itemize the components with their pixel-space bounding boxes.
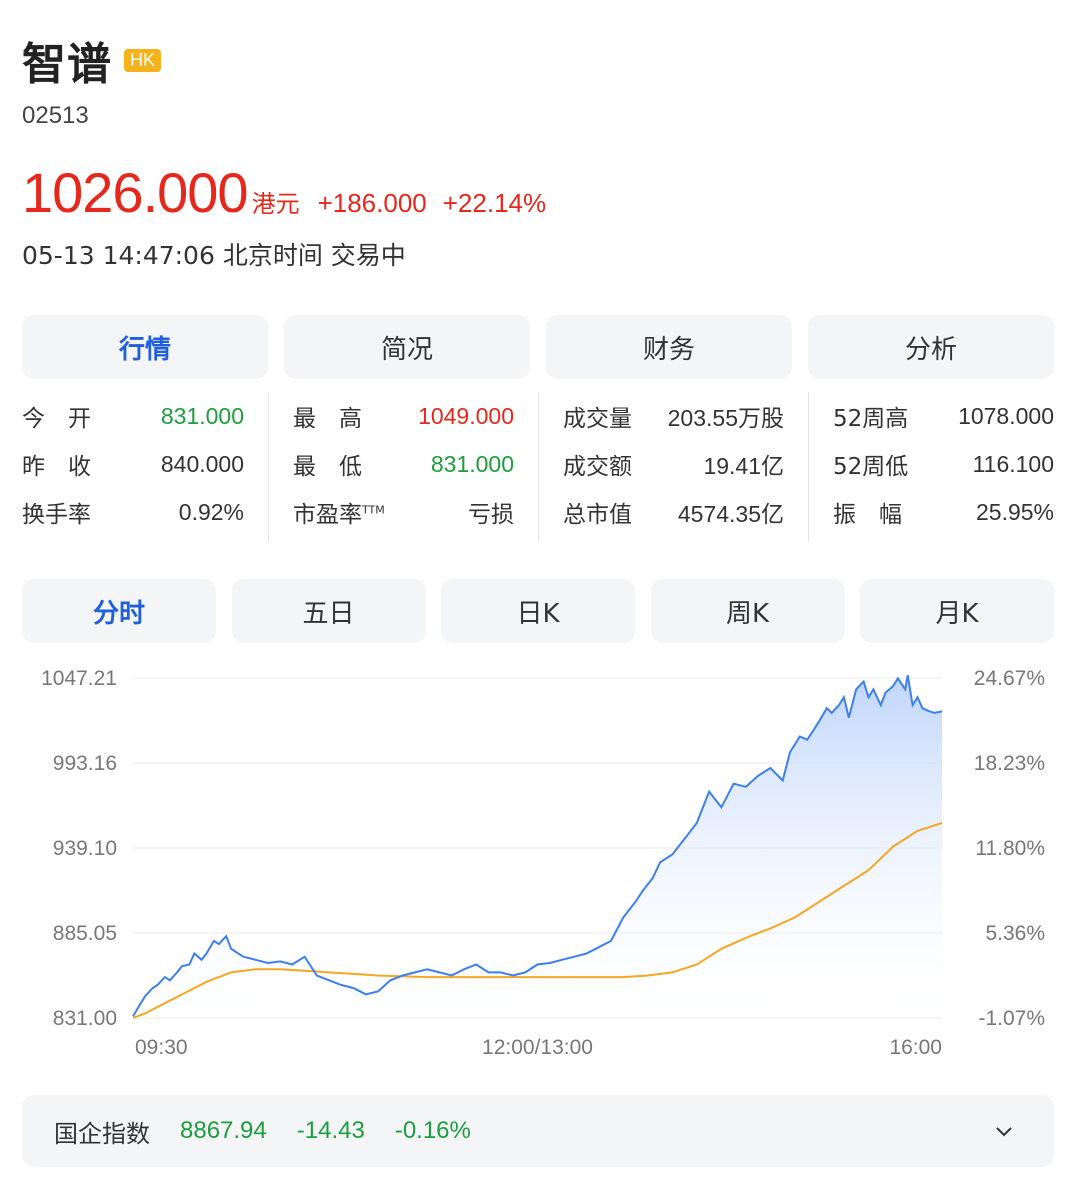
current-price: 1026.000 bbox=[22, 161, 249, 224]
stats-col-1: 今 开 831.000 昨 收 840.000 换手率 0.92% bbox=[22, 392, 268, 542]
stat-label: 52周低 bbox=[833, 454, 909, 480]
intraday-chart[interactable]: 1047.21 24.67% 993.16 18.23% 939.10 11.80% 885… bbox=[0, 660, 1068, 1070]
stat-label: 总市值 bbox=[563, 502, 632, 528]
currency: 港元 bbox=[251, 190, 300, 218]
y-left-tick-label: 993.16 bbox=[53, 752, 117, 775]
market-badge: HK bbox=[124, 48, 162, 72]
tab-analysis[interactable]: 分析 bbox=[808, 315, 1054, 379]
tab-profile[interactable]: 简况 bbox=[284, 315, 530, 379]
stat-value: 831.000 bbox=[160, 402, 244, 429]
tab-five-day[interactable]: 五日 bbox=[231, 579, 426, 643]
stock-name: 智谱 bbox=[22, 39, 112, 90]
stat-volume: 成交量 203.55万股 bbox=[563, 392, 784, 440]
y-right-tick-label: 5.36% bbox=[985, 922, 1045, 945]
stat-label: 最 高 bbox=[293, 406, 362, 432]
stat-value: 203.55万股 bbox=[667, 405, 784, 431]
stock-code: 02513 bbox=[22, 102, 89, 129]
stat-turnover-rate: 换手率 0.92% bbox=[22, 488, 244, 536]
stats-grid: 今 开 831.000 昨 收 840.000 换手率 0.92% 最 高 10… bbox=[22, 392, 1054, 542]
stat-prev-close: 昨 收 840.000 bbox=[22, 440, 244, 488]
y-right-tick-label: -1.07% bbox=[978, 1007, 1045, 1030]
stat-label: 成交额 bbox=[563, 454, 632, 480]
x-tick-label: 12:00/13:00 bbox=[482, 1036, 593, 1059]
pe-label: 市盈率 bbox=[293, 502, 362, 528]
stat-value: 25.95% bbox=[975, 498, 1054, 525]
stat-value: 831.000 bbox=[430, 450, 514, 477]
tab-daily-k[interactable]: 日K bbox=[441, 579, 635, 643]
stat-value: 840.000 bbox=[160, 450, 244, 477]
index-change: -14.43 bbox=[296, 1117, 365, 1144]
stat-pe: 市盈率TTM 亏损 bbox=[293, 488, 514, 536]
stat-label: 52周高 bbox=[833, 406, 909, 432]
stat-value: 0.92% bbox=[178, 498, 244, 525]
stat-low: 最 低 831.000 bbox=[293, 440, 514, 488]
ttm-sup: TTM bbox=[362, 503, 385, 517]
title-row: 智谱 HK bbox=[22, 28, 162, 92]
price-change-pct: +22.14% bbox=[442, 188, 547, 218]
y-right-tick-label: 18.23% bbox=[974, 752, 1045, 775]
stat-label: 昨 收 bbox=[22, 454, 91, 480]
stat-value: 亏损 bbox=[468, 501, 514, 527]
period-tabs: 分时 五日 日K 周K 月K bbox=[22, 579, 1054, 643]
trade-time: 05-13 14:47:06 北京时间 交易中 bbox=[22, 241, 406, 270]
price-area-fill bbox=[133, 675, 942, 1018]
index-name: 国企指数 bbox=[54, 1119, 150, 1148]
index-bar[interactable]: 国企指数 8867.94 -14.43 -0.16% bbox=[22, 1095, 1054, 1167]
stat-value: 116.100 bbox=[972, 450, 1054, 477]
index-value: 8867.94 bbox=[180, 1117, 267, 1144]
stat-52w-high: 52周高 1078.000 bbox=[833, 392, 1054, 440]
stats-col-4: 52周高 1078.000 52周低 116.100 振 幅 25.95% bbox=[808, 392, 1054, 542]
tab-intraday[interactable]: 分时 bbox=[22, 579, 216, 643]
stat-amount: 成交额 19.41亿 bbox=[563, 440, 784, 488]
section-tabs: 行情 简况 财务 分析 bbox=[22, 315, 1054, 379]
stats-col-3: 成交量 203.55万股 成交额 19.41亿 总市值 4574.35亿 bbox=[538, 392, 808, 542]
y-left-tick-label: 885.05 bbox=[53, 922, 117, 945]
stat-open: 今 开 831.000 bbox=[22, 392, 244, 440]
chevron-down-icon[interactable] bbox=[994, 1121, 1014, 1141]
stat-label: 最 低 bbox=[293, 454, 362, 480]
stat-label: 今 开 bbox=[22, 406, 91, 432]
index-change-pct: -0.16% bbox=[394, 1117, 471, 1144]
stat-value: 1078.000 bbox=[958, 402, 1054, 429]
y-left-tick-label: 1047.21 bbox=[41, 667, 117, 690]
tab-finance[interactable]: 财务 bbox=[546, 315, 792, 379]
y-right-tick-label: 11.80% bbox=[975, 837, 1045, 860]
tab-quote[interactable]: 行情 bbox=[22, 315, 268, 379]
stat-value: 4574.35亿 bbox=[677, 501, 784, 527]
stat-label: 换手率 bbox=[22, 502, 91, 528]
x-tick-label: 16:00 bbox=[889, 1036, 942, 1059]
stat-label: 振 幅 bbox=[833, 502, 902, 528]
stat-value: 19.41亿 bbox=[703, 453, 784, 479]
stat-label: 成交量 bbox=[563, 406, 632, 432]
tab-monthly-k[interactable]: 月K bbox=[860, 579, 1054, 643]
stat-amplitude: 振 幅 25.95% bbox=[833, 488, 1054, 536]
stat-high: 最 高 1049.000 bbox=[293, 392, 514, 440]
stat-52w-low: 52周低 116.100 bbox=[833, 440, 1054, 488]
y-right-tick-label: 24.67% bbox=[974, 667, 1045, 690]
stats-col-2: 最 高 1049.000 最 低 831.000 市盈率TTM 亏损 bbox=[268, 392, 538, 542]
stat-value: 1049.000 bbox=[418, 402, 514, 429]
y-left-tick-label: 831.00 bbox=[53, 1007, 117, 1030]
x-tick-label: 09:30 bbox=[135, 1036, 188, 1059]
price-row: 1026.000 港元 +186.000 +22.14% bbox=[22, 160, 546, 225]
price-change: +186.000 bbox=[317, 188, 427, 218]
tab-weekly-k[interactable]: 周K bbox=[650, 579, 845, 643]
y-left-tick-label: 939.10 bbox=[53, 837, 117, 860]
stat-market-cap: 总市值 4574.35亿 bbox=[563, 488, 784, 536]
stat-label: 市盈率TTM bbox=[293, 495, 385, 529]
